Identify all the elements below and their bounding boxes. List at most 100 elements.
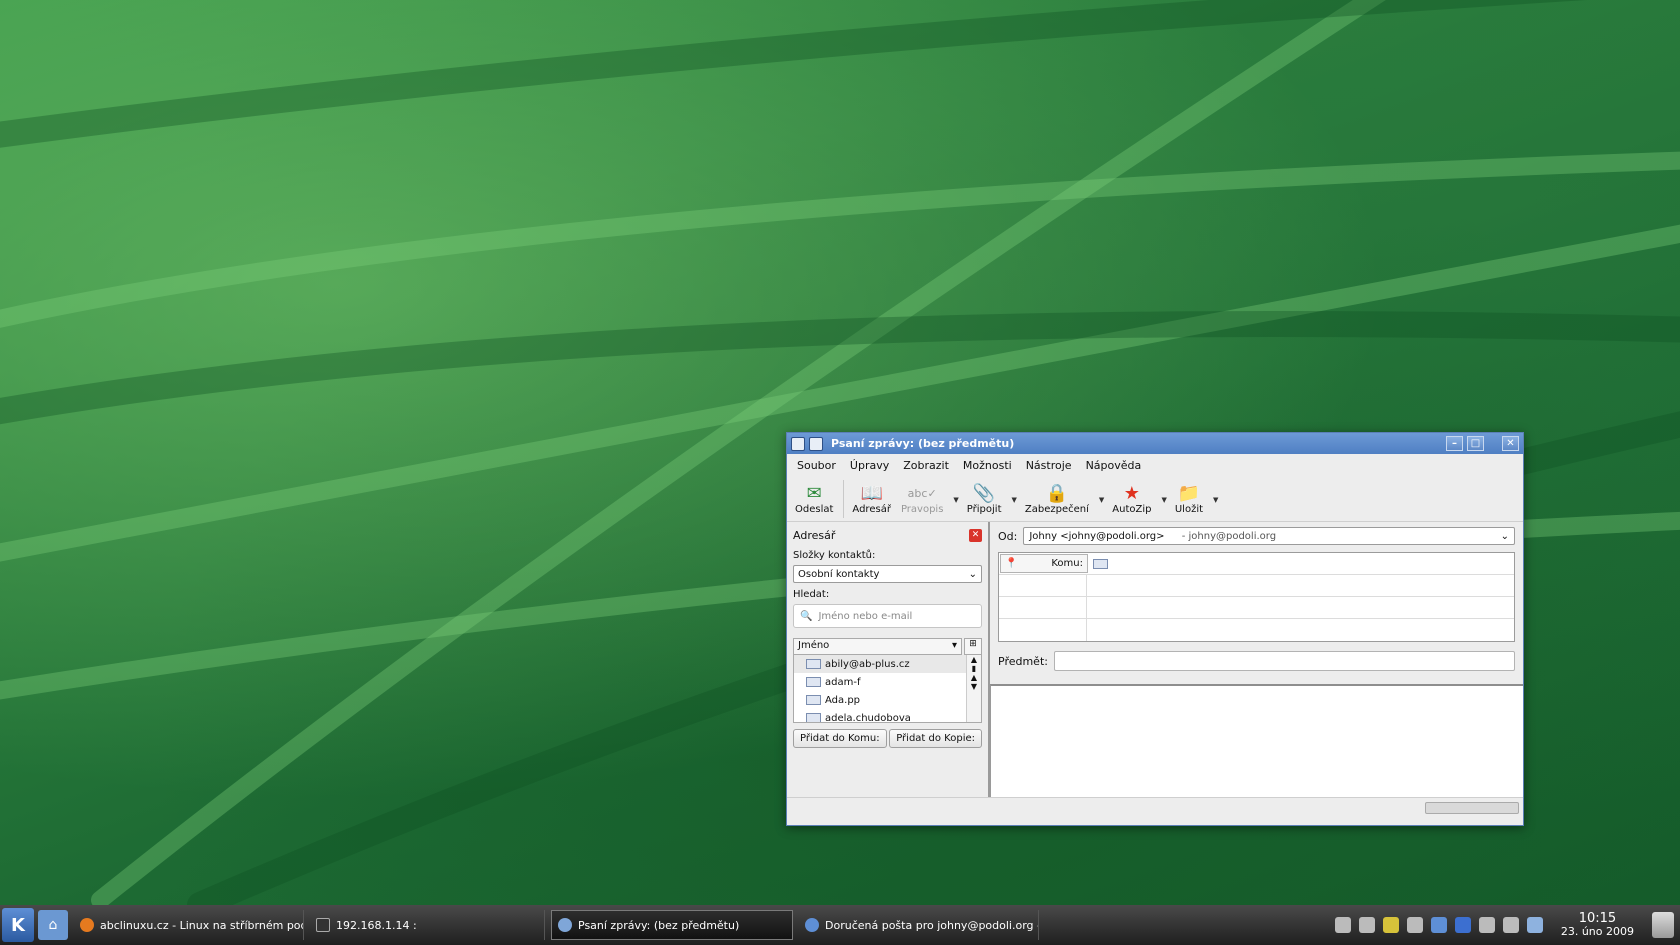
- clipboard-icon[interactable]: [1406, 917, 1423, 933]
- task-terminal[interactable]: 192.168.1.14 :: [310, 910, 545, 940]
- menu-options[interactable]: Možnosti: [963, 459, 1012, 472]
- close-button[interactable]: ✕: [1502, 436, 1519, 451]
- search-input[interactable]: 🔍 Jméno nebo e-mail: [793, 604, 982, 628]
- window-title: Psaní zprávy: (bez předmětu): [831, 437, 1015, 450]
- clock-time: 10:15: [1578, 911, 1617, 926]
- list-item[interactable]: adam-f: [794, 673, 981, 691]
- addressbook-icon: 📖: [860, 482, 883, 504]
- contact-card-icon: [806, 677, 821, 687]
- column-header-name[interactable]: Jméno ▾: [793, 638, 962, 655]
- pin-icon: 📍: [1005, 558, 1018, 569]
- chevron-down-icon: ⌄: [1500, 530, 1509, 542]
- task-inbox[interactable]: Doručená pošta pro johny@podoli.org - Th: [799, 910, 1039, 940]
- add-cc-button[interactable]: Přidat do Kopie:: [889, 729, 982, 748]
- contact-card-icon: [806, 659, 821, 669]
- screen-icon[interactable]: [1526, 917, 1543, 933]
- window-menu-icon[interactable]: [809, 436, 823, 451]
- contact-name: abily@ab-plus.cz: [825, 658, 910, 670]
- list-item[interactable]: adela.chudobova: [794, 709, 981, 723]
- save-button[interactable]: 📁 Uložit: [1174, 482, 1204, 516]
- attach-label: Připojit: [966, 504, 1002, 515]
- contacts-scrollbar[interactable]: ▲ ▮ ▲ ▼: [966, 655, 981, 722]
- close-sidebar-icon[interactable]: ✕: [969, 528, 982, 542]
- to-input[interactable]: [1089, 553, 1514, 574]
- column-header-label: Jméno: [798, 640, 830, 651]
- pen-icon[interactable]: [1502, 917, 1519, 933]
- contact-card-icon: [806, 695, 821, 705]
- task-label: 192.168.1.14 :: [336, 918, 417, 932]
- addressbook-sidebar: Adresář ✕ Složky kontaktů: Osobní kontak…: [787, 522, 990, 797]
- kde-menu-button[interactable]: K: [2, 908, 34, 942]
- recipient-type-empty[interactable]: [999, 597, 1087, 618]
- recipient-type-empty[interactable]: [999, 575, 1087, 596]
- from-select[interactable]: Johny <johny@podoli.org> - johny@podoli.…: [1023, 527, 1515, 545]
- task-label: Doručená pošta pro johny@podoli.org - Th: [825, 918, 1039, 932]
- network-icon[interactable]: [1478, 917, 1495, 933]
- spelling-dropdown-icon[interactable]: ▼: [953, 496, 958, 504]
- clock[interactable]: 10:15 23. úno 2009: [1561, 912, 1634, 938]
- autozip-button[interactable]: ★ AutoZip: [1112, 482, 1151, 516]
- menu-help[interactable]: Nápověda: [1086, 459, 1142, 472]
- search-icon: 🔍: [800, 610, 813, 622]
- firefox-icon: [80, 918, 94, 932]
- paperclip-icon: 📎: [972, 482, 996, 504]
- desktop-switcher-icon[interactable]: [1334, 917, 1351, 933]
- minimize-button[interactable]: –: [1446, 436, 1463, 451]
- window-titlebar[interactable]: Psaní zprávy: (bez předmětu) – □ ✕: [787, 433, 1523, 454]
- addressbook-label: Adresář: [852, 504, 891, 515]
- statusbar: [787, 797, 1523, 817]
- menu-view[interactable]: Zobrazit: [903, 459, 949, 472]
- send-label: Odeslat: [795, 504, 834, 515]
- list-item[interactable]: abily@ab-plus.cz: [794, 655, 981, 673]
- autozip-dropdown-icon[interactable]: ▼: [1161, 496, 1166, 504]
- maximize-button[interactable]: □: [1467, 436, 1484, 451]
- security-dropdown-icon[interactable]: ▼: [1099, 496, 1104, 504]
- message-body-editor[interactable]: [990, 684, 1523, 797]
- contact-name: Ada.pp: [825, 694, 861, 706]
- subject-input[interactable]: [1053, 651, 1515, 671]
- spelling-button[interactable]: abc✓ Pravopis: [900, 482, 944, 516]
- save-folder-icon: 📁: [1177, 482, 1201, 504]
- menu-edit[interactable]: Úpravy: [850, 459, 889, 472]
- clock-date: 23. úno 2009: [1560, 925, 1634, 938]
- bluetooth-icon[interactable]: [1454, 917, 1471, 933]
- save-label: Uložit: [1174, 504, 1204, 515]
- app-icon[interactable]: [791, 436, 805, 451]
- contact-name: adela.chudobova: [825, 712, 911, 723]
- security-button[interactable]: 🔒 Zabezpečení: [1025, 482, 1089, 516]
- recipient-type-empty[interactable]: [999, 619, 1087, 641]
- compose-icon: [558, 918, 572, 932]
- contact-name: adam-f: [825, 676, 861, 688]
- chevron-down-icon: ⌄: [968, 568, 977, 580]
- volume-icon[interactable]: [1358, 917, 1375, 933]
- spellcheck-icon: abc✓: [907, 486, 937, 500]
- attach-button[interactable]: 📎 Připojit: [966, 482, 1002, 516]
- spelling-label: Pravopis: [900, 504, 944, 515]
- recipient-input[interactable]: [1087, 597, 1514, 618]
- task-browser[interactable]: abclinuxu.cz - Linux na stříbrném podnos…: [74, 910, 304, 940]
- attach-dropdown-icon[interactable]: ▼: [1011, 496, 1016, 504]
- sort-chevron-icon: ▾: [951, 640, 957, 651]
- folder-select[interactable]: Osobní kontakty ⌄: [793, 565, 982, 583]
- recipient-input[interactable]: [1087, 619, 1514, 641]
- update-icon[interactable]: [1430, 917, 1447, 933]
- recipient-input[interactable]: [1087, 575, 1514, 596]
- save-dropdown-icon[interactable]: ▼: [1213, 496, 1218, 504]
- recipient-type-select[interactable]: 📍 Komu:: [1000, 554, 1088, 573]
- menu-tools[interactable]: Nástroje: [1026, 459, 1072, 472]
- home-folder-icon[interactable]: ⌂: [38, 910, 68, 940]
- addressbook-button[interactable]: 📖 Adresář: [852, 482, 891, 516]
- trash-icon[interactable]: [1652, 912, 1674, 938]
- send-icon: ✉: [806, 482, 822, 504]
- menu-file[interactable]: Soubor: [797, 459, 836, 472]
- progress-bar: [1425, 802, 1519, 814]
- sidebar-title: Adresář: [793, 528, 836, 542]
- task-label: Psaní zprávy: (bez předmětu): [578, 918, 740, 932]
- list-item[interactable]: Ada.pp: [794, 691, 981, 709]
- folder-select-value: Osobní kontakty: [798, 568, 880, 580]
- task-compose[interactable]: Psaní zprávy: (bez předmětu): [551, 910, 793, 940]
- power-icon[interactable]: [1382, 917, 1399, 933]
- column-picker-icon[interactable]: ⊞: [964, 638, 982, 655]
- add-to-button[interactable]: Přidat do Komu:: [793, 729, 887, 748]
- send-button[interactable]: ✉ Odeslat: [795, 482, 834, 516]
